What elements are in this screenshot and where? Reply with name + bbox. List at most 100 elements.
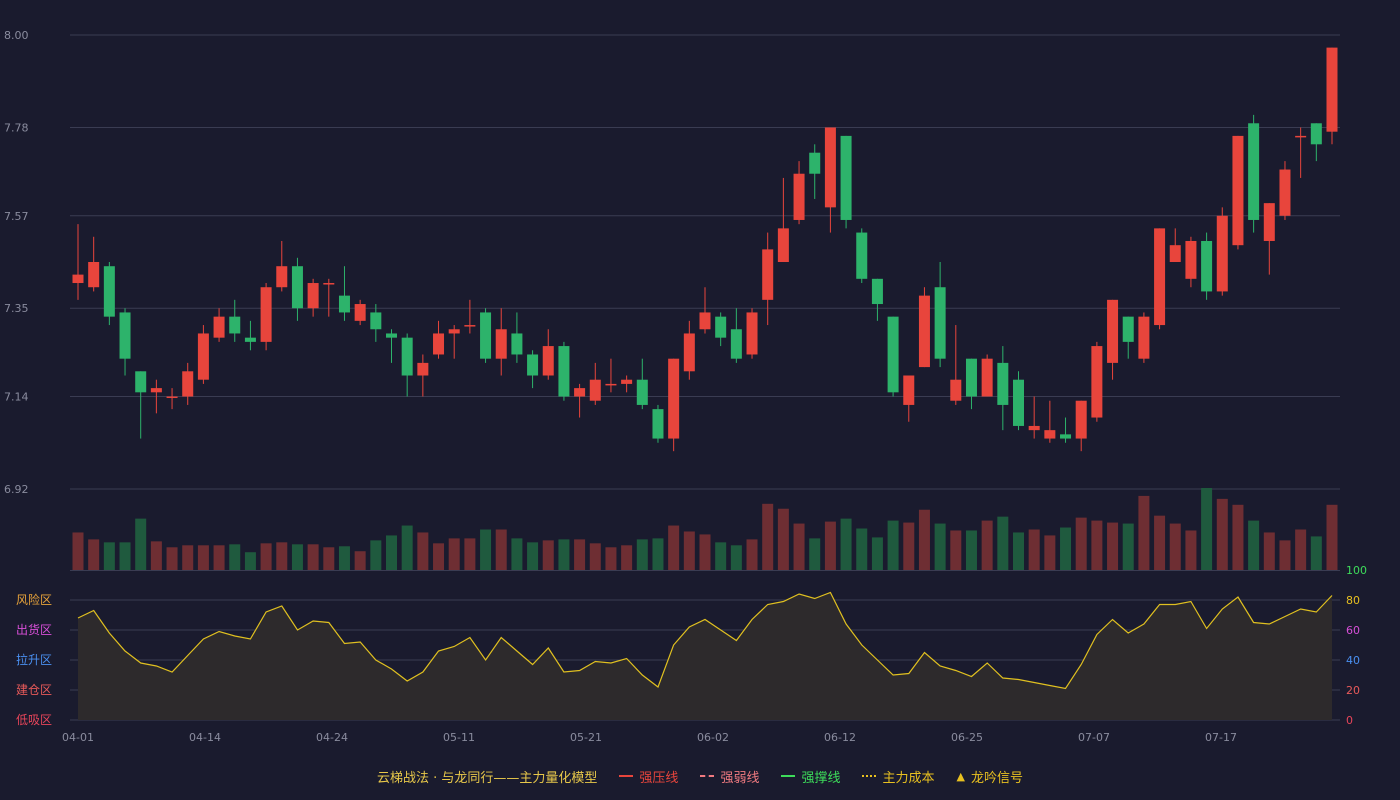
volume-bar [1107, 522, 1119, 570]
volume-bar [1154, 515, 1166, 570]
candle-body [1201, 240, 1213, 292]
candle-body [636, 379, 648, 405]
volume-bar [997, 516, 1009, 570]
volume-bar [887, 520, 899, 570]
candle-body [213, 316, 225, 338]
candle-body [480, 312, 492, 359]
candle-body [589, 379, 601, 401]
volume-bar [981, 520, 993, 570]
volume-bar [558, 539, 570, 570]
candle-body [197, 333, 209, 380]
volume-bar [182, 545, 194, 570]
volume-bar [1295, 529, 1307, 570]
price-tick-label: 7.14 [4, 391, 29, 404]
candlestick-chart: 8.00 7.78 7.57 7.35 7.14 6.92 风险区出货区拉升区建仓区低吸区 1… [4, 29, 1367, 744]
indicator-tick-label: 60 [1346, 624, 1360, 637]
volume-bar [903, 522, 915, 570]
candle-body [150, 388, 162, 393]
volume-bar [918, 509, 930, 570]
indicator-tick-label: 100 [1346, 564, 1367, 577]
candle-body [574, 388, 586, 397]
candle-layer [72, 47, 1338, 452]
volume-bar [354, 551, 366, 570]
volume-bar [464, 538, 476, 570]
candle-body [307, 283, 319, 309]
volume-bar [1028, 529, 1040, 570]
volume-bar [589, 543, 601, 570]
price-tick-label: 6.92 [4, 483, 29, 496]
volume-bar [135, 518, 147, 570]
volume-layer [72, 488, 1338, 570]
candle-body [1075, 400, 1087, 439]
volume-bar [197, 545, 209, 570]
volume-bar [72, 532, 84, 570]
volume-bar [636, 539, 648, 570]
candle-body [103, 266, 115, 317]
volume-bar [542, 540, 554, 570]
volume-bar [856, 528, 868, 570]
candle-body [1013, 379, 1024, 426]
candle-body [1310, 123, 1322, 145]
volume-bar [809, 538, 821, 570]
volume-bar [1060, 527, 1072, 570]
chart-legend: 云梯战法 · 与龙同行——主力量化模型 强压线 强弱线 强撑线 主力成本 ▲ 龙吟信号 [0, 765, 1400, 787]
volume-bar [103, 542, 115, 570]
volume-bar [777, 508, 789, 570]
indicator-tick-label: 20 [1346, 684, 1360, 697]
candle-body [1044, 430, 1056, 439]
x-tick-label: 04-14 [189, 731, 221, 744]
volume-bar [1044, 535, 1056, 570]
candle-body [386, 333, 397, 338]
legend-item: 强撑线 [781, 767, 840, 786]
candle-body [793, 173, 805, 220]
x-tick-label: 06-12 [824, 731, 856, 744]
candle-body [699, 312, 711, 330]
volume-bar [965, 530, 977, 570]
candle-body [981, 358, 993, 397]
candle-body [1185, 240, 1197, 279]
candle-body [840, 135, 852, 220]
candle-body [72, 274, 84, 284]
zone-label: 出货区 [16, 622, 52, 637]
candle-body [1060, 434, 1072, 439]
candle-body [746, 312, 758, 355]
zone-label: 建仓区 [16, 683, 52, 697]
solid-line-swatch [781, 775, 796, 777]
volume-bar [1169, 523, 1181, 570]
candle-body [668, 358, 680, 439]
volume-bar [1013, 532, 1024, 570]
candle-body [354, 304, 366, 321]
volume-bar [1279, 540, 1291, 570]
candle-body [291, 266, 303, 309]
volume-bar [511, 538, 523, 570]
volume-bar [950, 530, 962, 570]
indicator-layer [77, 591, 1333, 720]
volume-bar [386, 535, 397, 570]
volume-bar [762, 503, 774, 570]
legend-item: 强压线 [619, 767, 678, 786]
x-tick-label: 04-01 [62, 731, 94, 744]
candle-body [417, 362, 429, 376]
x-tick-label: 06-02 [697, 731, 729, 744]
volume-bar [370, 540, 382, 570]
legend-label: 主力成本 [882, 770, 935, 786]
volume-bar [448, 538, 460, 570]
volume-bar [824, 521, 836, 570]
candle-body [182, 371, 194, 397]
candle-body [511, 333, 523, 355]
candle-body [401, 337, 413, 376]
volume-bar [621, 545, 633, 570]
price-tick-label: 7.35 [4, 302, 29, 315]
legend-item: ▲ 龙吟信号 [956, 767, 1022, 786]
candle-body [950, 379, 962, 401]
candle-body [276, 266, 288, 288]
candle-body [229, 316, 241, 334]
candle-body [887, 316, 899, 393]
candle-body [260, 287, 272, 342]
candle-body [934, 287, 946, 359]
volume-bar [166, 547, 178, 570]
indicator-tick-label: 80 [1346, 594, 1360, 607]
candle-body [1122, 316, 1134, 342]
volume-bar [88, 539, 100, 570]
candle-body [809, 152, 821, 174]
